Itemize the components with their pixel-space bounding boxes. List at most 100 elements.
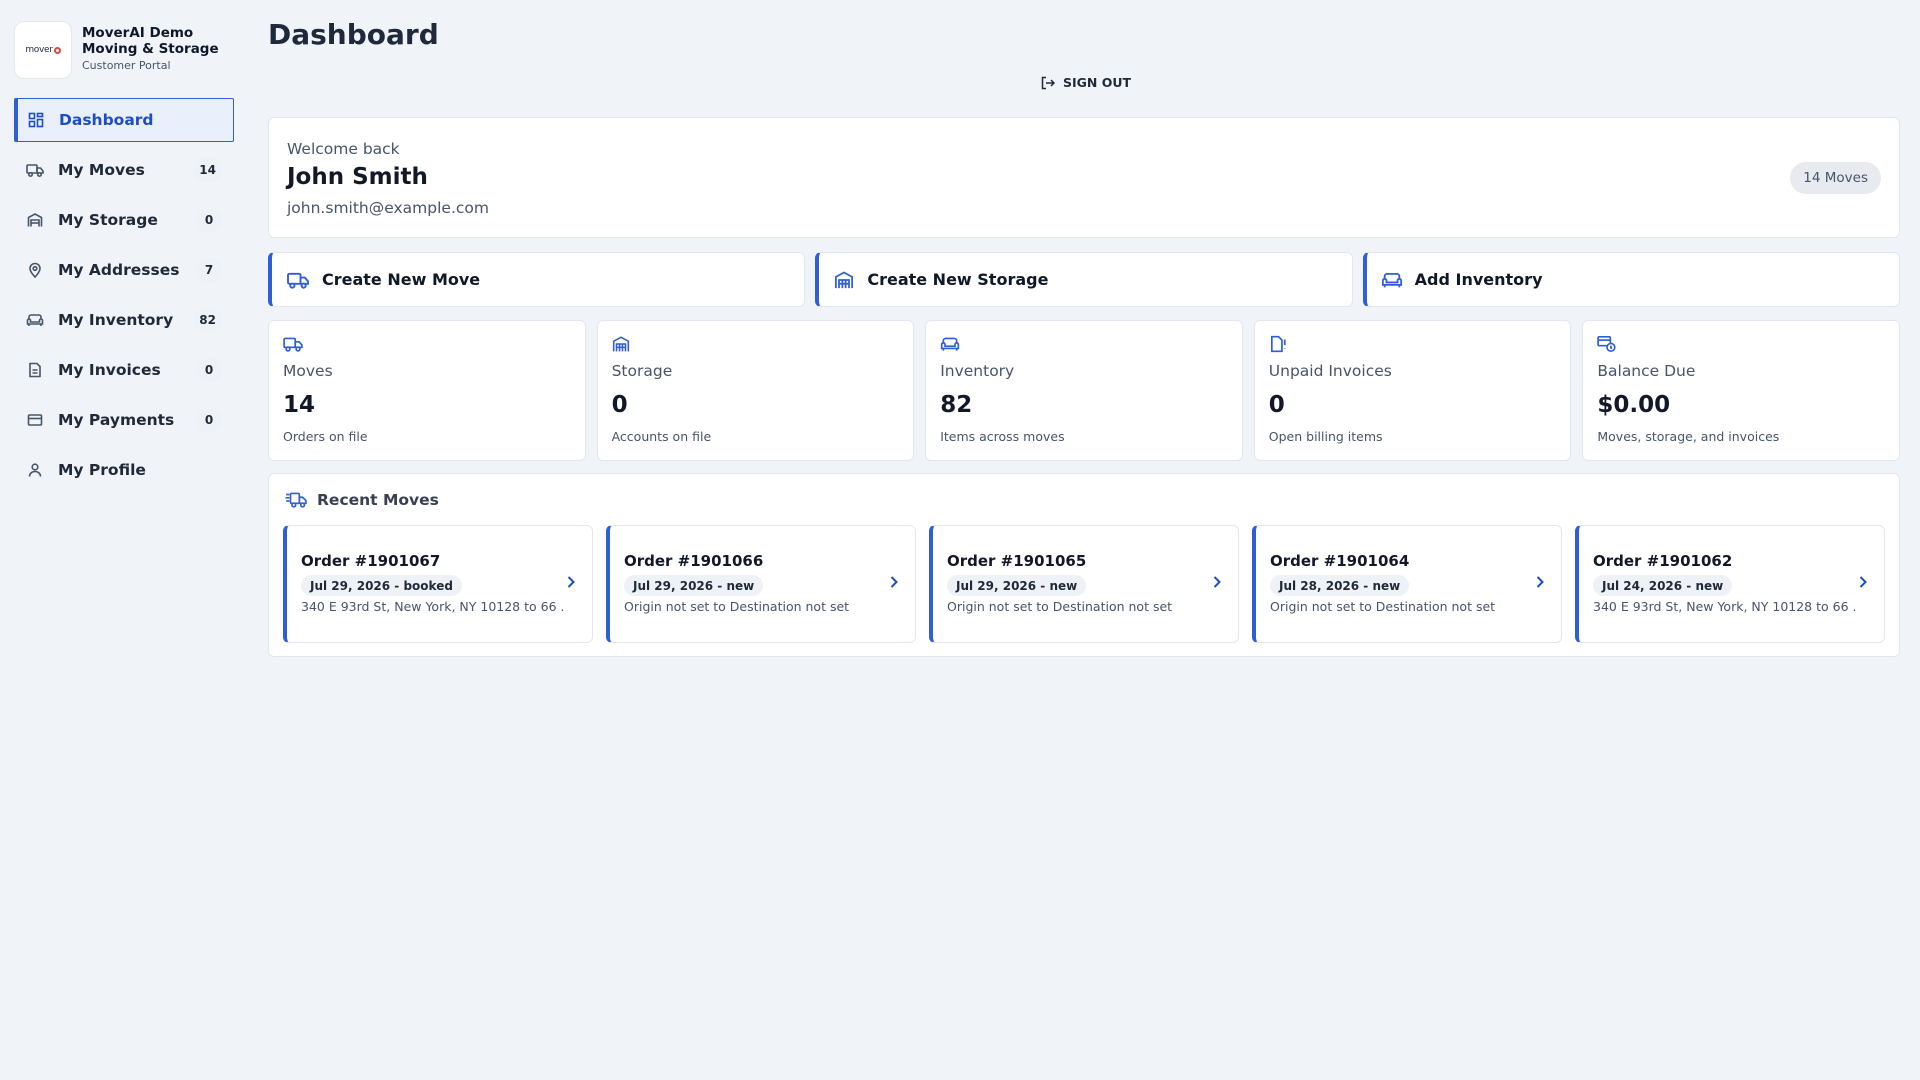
stat-card-moves: Moves 14 Orders on file [268, 320, 586, 461]
stat-card-unpaid-invoices: Unpaid Invoices 0 Open billing items [1253, 320, 1572, 461]
order-status-badge: Jul 24, 2026 - new [1593, 575, 1733, 596]
stat-subtitle: Accounts on file [611, 429, 712, 444]
stat-value: 14 [283, 392, 316, 418]
balance-icon [1597, 335, 1616, 353]
count-badge: 14 [193, 158, 222, 182]
stat-title: Storage [611, 362, 673, 380]
recent-moves-title: Recent Moves [317, 491, 439, 509]
warehouse-icon [612, 336, 629, 352]
brand-text: MoverAI Demo Moving & Storage Customer P… [82, 21, 232, 79]
dashboard-icon [27, 111, 45, 129]
chevron-right-icon [1213, 576, 1221, 588]
credit-card-icon [26, 411, 44, 429]
action-label: Create New Storage [867, 270, 1049, 289]
user-name: John Smith [287, 164, 428, 190]
stat-value: 0 [611, 392, 628, 418]
stat-title: Balance Due [1597, 362, 1696, 380]
map-pin-icon [26, 261, 44, 279]
order-route: Origin not set to Destination not set [1270, 599, 1496, 614]
user-icon [26, 461, 44, 479]
sofa-icon [941, 337, 960, 351]
sign-out-button[interactable]: SIGN OUT [1040, 75, 1131, 90]
count-badge: 82 [193, 308, 222, 332]
count-badge: 7 [196, 258, 222, 282]
moving-truck-icon [285, 492, 307, 508]
order-route: 340 E 93rd St, New York, NY 10128 to 66 … [301, 599, 563, 614]
stat-subtitle: Moves, storage, and invoices [1597, 429, 1780, 444]
order-status-badge: Jul 29, 2026 - new [947, 575, 1087, 596]
moves-count-pill: 14 Moves [1790, 162, 1881, 194]
stat-subtitle: Items across moves [940, 429, 1065, 444]
stat-title: Moves [283, 362, 333, 380]
stat-value: $0.00 [1597, 392, 1671, 418]
order-number: Order #1901066 [624, 552, 764, 570]
stat-card-storage: Storage 0 Accounts on file [596, 320, 915, 461]
stat-value: 82 [940, 392, 973, 418]
action-label: Create New Move [322, 270, 481, 289]
quick-actions: Create New Move Create New Storage Add I… [268, 252, 1900, 307]
sign-out-label: SIGN OUT [1063, 75, 1132, 90]
order-card[interactable]: Order #1901066 Jul 29, 2026 - new Origin… [606, 525, 916, 643]
chevron-right-icon [1859, 576, 1867, 588]
sidebar-item-my-addresses[interactable]: My Addresses 7 [14, 248, 234, 292]
stat-subtitle: Orders on file [283, 429, 368, 444]
recent-moves-header: Recent Moves [285, 491, 439, 509]
chevron-right-icon [1536, 576, 1544, 588]
warehouse-icon [26, 211, 44, 229]
order-status-badge: Jul 29, 2026 - booked [301, 575, 462, 596]
stat-value: 0 [1268, 392, 1285, 418]
recent-moves-list: Order #1901067 Jul 29, 2026 - booked 340… [283, 525, 1885, 643]
sidebar-item-label: My Payments [58, 411, 175, 429]
order-card[interactable]: Order #1901065 Jul 29, 2026 - new Origin… [929, 525, 1239, 643]
sidebar-item-my-inventory[interactable]: My Inventory 82 [14, 298, 234, 342]
sidebar: mover MoverAI Demo Moving & Storage Cust… [0, 0, 248, 1080]
sidebar-item-my-invoices[interactable]: My Invoices 0 [14, 348, 234, 392]
sidebar-item-label: My Addresses [58, 261, 180, 279]
order-number: Order #1901064 [1270, 552, 1410, 570]
count-badge: 0 [196, 208, 222, 232]
order-card[interactable]: Order #1901062 Jul 24, 2026 - new 340 E … [1575, 525, 1885, 643]
sidebar-item-label: Dashboard [59, 111, 154, 129]
sidebar-item-label: My Invoices [58, 361, 161, 379]
brand-subtitle: Customer Portal [82, 59, 171, 72]
stat-title: Unpaid Invoices [1268, 362, 1392, 380]
create-new-storage-button[interactable]: Create New Storage [815, 252, 1353, 307]
sign-out-icon [1041, 76, 1055, 89]
sidebar-item-dashboard[interactable]: Dashboard [14, 98, 234, 142]
stat-cards: Moves 14 Orders on file Storage 0 Accoun… [268, 320, 1900, 461]
order-number: Order #1901067 [301, 552, 441, 570]
welcome-card: Welcome back John Smith john.smith@examp… [268, 117, 1900, 238]
order-route: 340 E 93rd St, New York, NY 10128 to 66 … [1593, 599, 1855, 614]
order-status-badge: Jul 28, 2026 - new [1270, 575, 1410, 596]
order-route: Origin not set to Destination not set [624, 599, 850, 614]
sidebar-item-label: My Profile [58, 461, 146, 479]
sidebar-item-my-profile[interactable]: My Profile [14, 448, 234, 492]
logo-mark-icon [53, 46, 61, 54]
brand[interactable]: mover MoverAI Demo Moving & Storage Cust… [14, 21, 234, 79]
truck-icon [287, 272, 309, 289]
action-label: Add Inventory [1414, 270, 1543, 289]
order-card[interactable]: Order #1901067 Jul 29, 2026 - booked 340… [283, 525, 593, 643]
order-card[interactable]: Order #1901064 Jul 28, 2026 - new Origin… [1252, 525, 1562, 643]
order-number: Order #1901062 [1593, 552, 1733, 570]
count-badge: 0 [196, 408, 222, 432]
stat-subtitle: Open billing items [1268, 429, 1383, 444]
recent-moves-panel: Recent Moves Order #1901067 Jul 29, 2026… [268, 473, 1900, 657]
page-title: Dashboard [268, 18, 439, 51]
stat-title: Inventory [940, 362, 1015, 380]
stat-card-balance-due: Balance Due $0.00 Moves, storage, and in… [1582, 320, 1900, 461]
stat-card-inventory: Inventory 82 Items across moves [925, 320, 1243, 461]
create-new-move-button[interactable]: Create New Move [268, 252, 806, 307]
sidebar-item-my-storage[interactable]: My Storage 0 [14, 198, 234, 242]
add-inventory-button[interactable]: Add Inventory [1362, 252, 1900, 307]
brand-logo: mover [14, 21, 72, 79]
sidebar-nav: Dashboard My Moves 14 My Storage 0 My Ad… [14, 98, 234, 498]
sidebar-item-my-payments[interactable]: My Payments 0 [14, 398, 234, 442]
chevron-right-icon [567, 576, 575, 588]
welcome-greeting: Welcome back [287, 140, 400, 158]
sidebar-item-my-moves[interactable]: My Moves 14 [14, 148, 234, 192]
logo-text: mover [25, 45, 53, 55]
warehouse-icon [835, 271, 854, 288]
truck-icon [283, 337, 303, 352]
user-email: john.smith@example.com [287, 199, 489, 217]
